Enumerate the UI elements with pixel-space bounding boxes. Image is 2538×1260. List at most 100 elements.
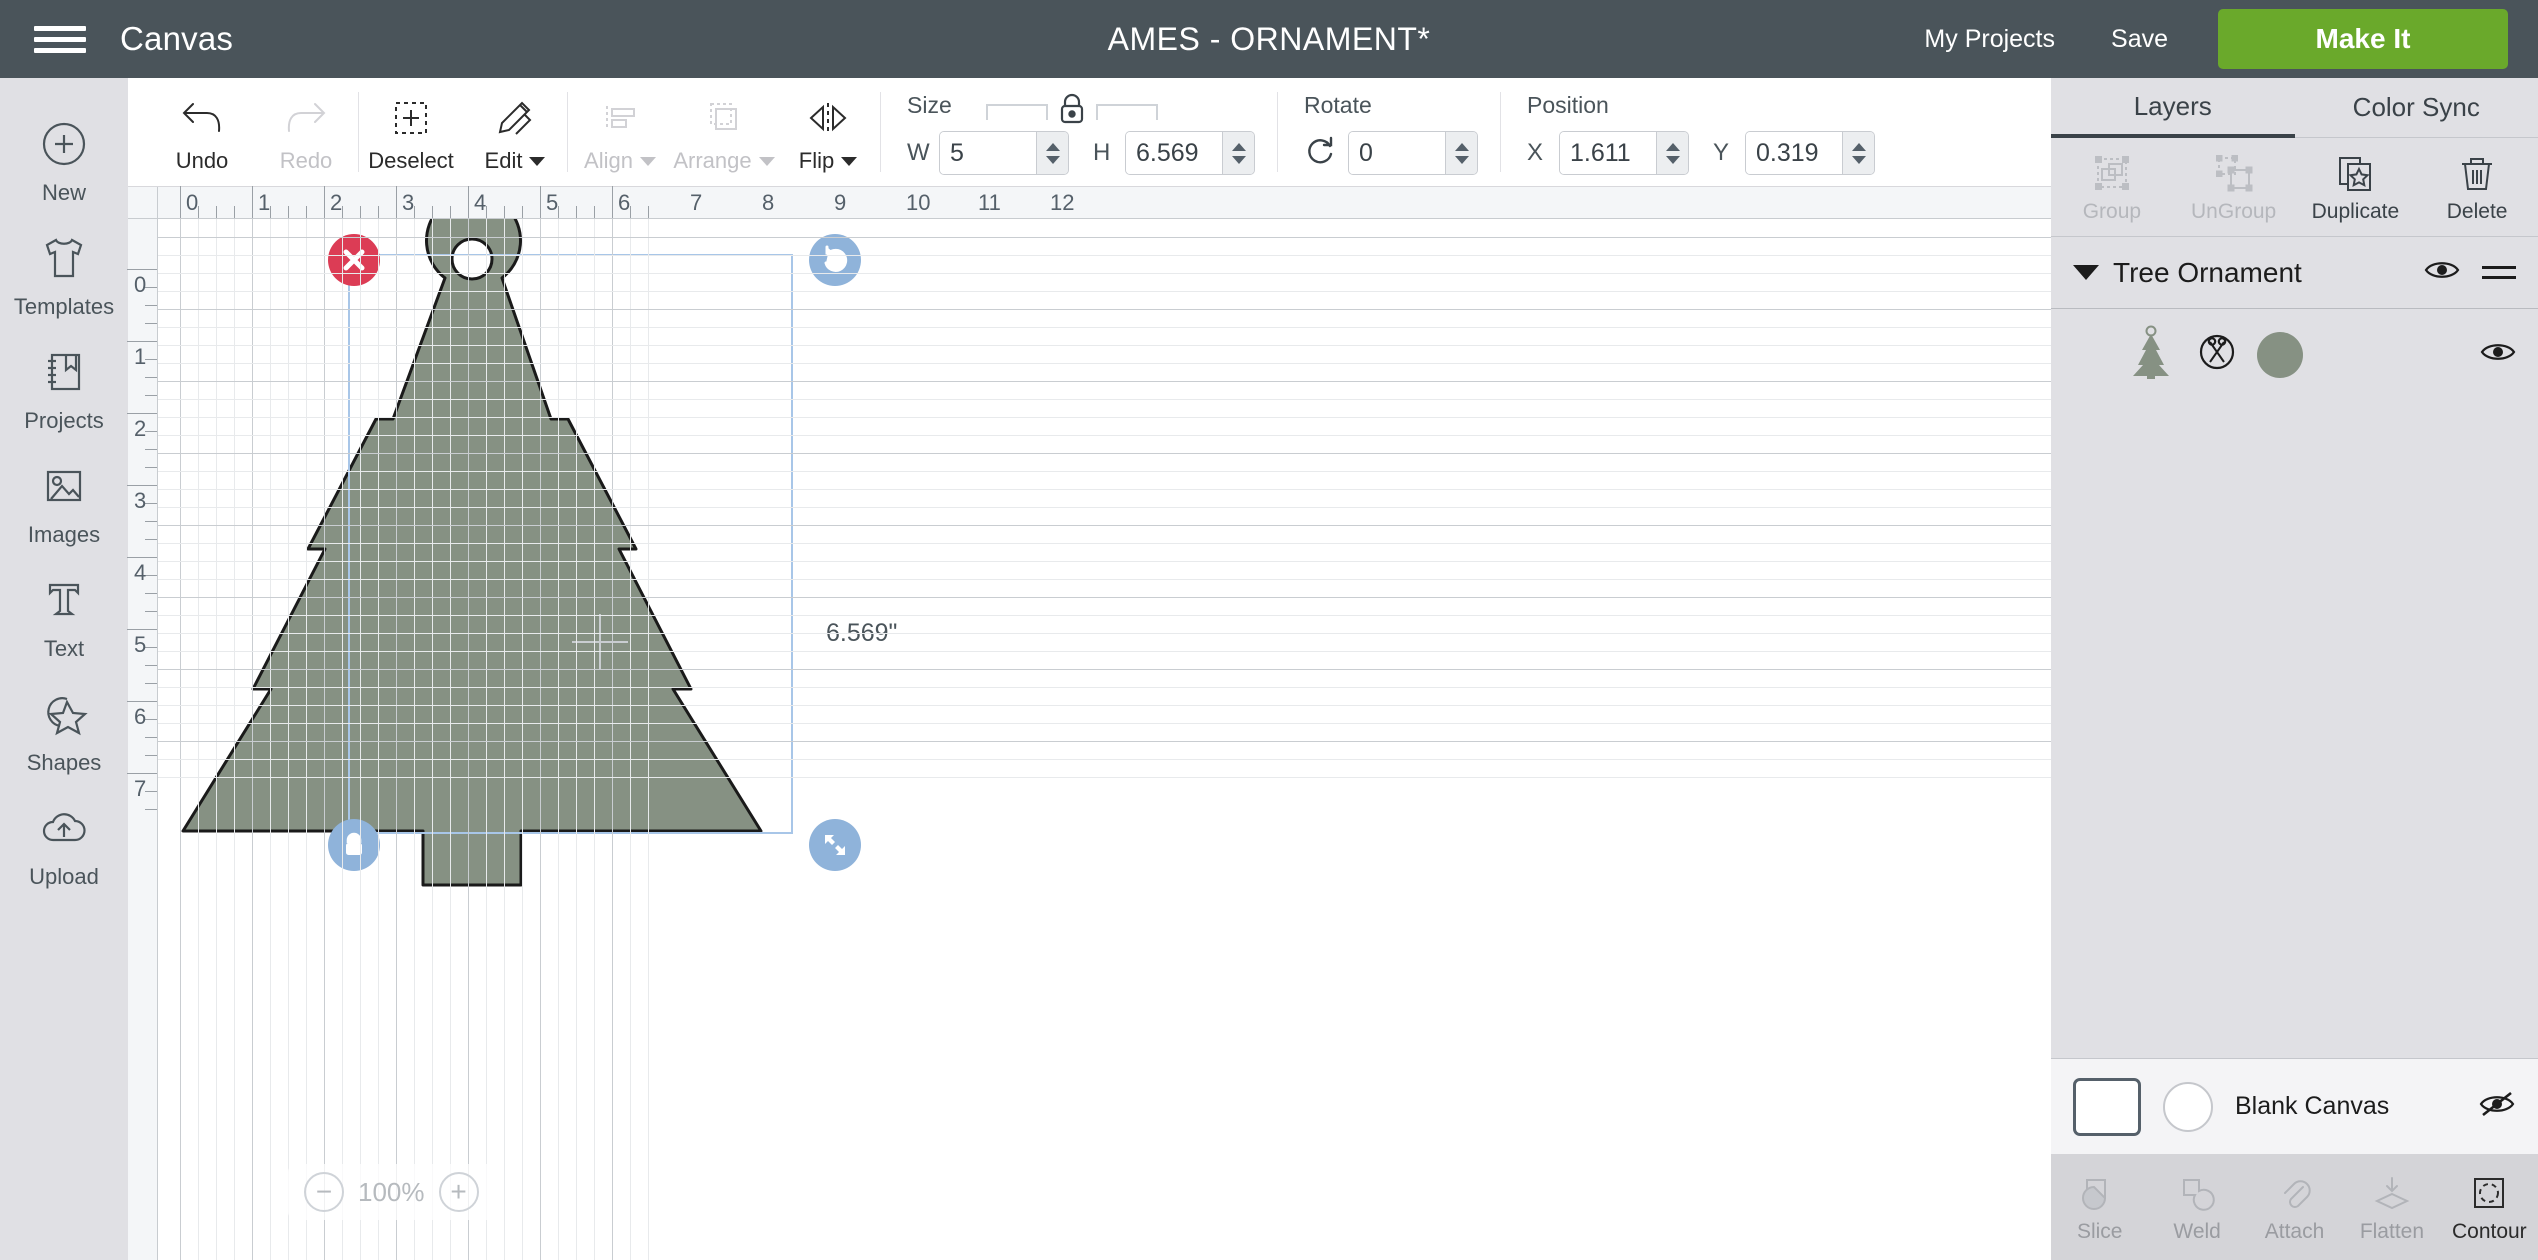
- hamburger-small-icon[interactable]: [2482, 266, 2516, 279]
- my-projects-link[interactable]: My Projects: [1896, 25, 2083, 54]
- save-button[interactable]: Save: [2083, 25, 2196, 54]
- edit-toolbar: Undo Redo Deselect Edit Align Arrange Fl…: [128, 78, 2051, 187]
- delete-handle[interactable]: [328, 234, 380, 286]
- canvas-area[interactable]: 0 1 2 3 4 5 6 7 8 9 10 11 12 01234567 6.569": [127, 186, 2051, 1260]
- rotate-handle[interactable]: [809, 234, 861, 286]
- eye-icon[interactable]: [2480, 339, 2516, 370]
- sidebar-item-label: New: [41, 180, 86, 205]
- make-it-button[interactable]: Make It: [2218, 9, 2508, 69]
- right-panel: Layers Color Sync Group UnGroup Duplicat…: [2051, 78, 2538, 1260]
- edit-menu-button[interactable]: Edit: [463, 88, 567, 174]
- cloud-upload-icon: [0, 800, 128, 856]
- contour-label: Contour: [2451, 1220, 2527, 1243]
- minus-circle-icon[interactable]: −: [304, 1172, 344, 1212]
- duplicate-icon: [2295, 151, 2417, 195]
- canvas-grid[interactable]: 6.569": [158, 219, 2051, 1260]
- canvas-layer-label: Blank Canvas: [2235, 1092, 2390, 1120]
- plus-circle-icon[interactable]: +: [438, 1172, 479, 1212]
- rotate-arrows[interactable]: [1445, 132, 1477, 174]
- x-icon: [343, 249, 365, 271]
- chevron-down-icon: [639, 157, 656, 166]
- lock-aspect-icon[interactable]: [1054, 92, 1090, 129]
- deselect-button[interactable]: Deselect: [359, 88, 463, 174]
- eye-icon[interactable]: [2424, 257, 2460, 288]
- tshirt-icon: [0, 230, 128, 286]
- width-stepper[interactable]: [939, 131, 1069, 175]
- tab-layers[interactable]: Layers: [2051, 78, 2295, 138]
- weld-button[interactable]: Weld: [2148, 1170, 2245, 1244]
- arrange-label: Arrange: [672, 148, 776, 174]
- undo-button[interactable]: Undo: [150, 88, 254, 174]
- hamburger-icon[interactable]: [0, 20, 120, 59]
- sidebar-item-templates[interactable]: Templates: [0, 216, 128, 330]
- pos-y-arrows[interactable]: [1842, 132, 1874, 174]
- sidebar-item-text[interactable]: Text: [0, 558, 128, 672]
- slice-button[interactable]: Slice: [2051, 1170, 2148, 1244]
- redo-button[interactable]: Redo: [254, 88, 358, 174]
- height-input[interactable]: [1126, 132, 1222, 174]
- sidebar-item-new[interactable]: New: [0, 102, 128, 216]
- canvas-color-preview[interactable]: [2073, 1077, 2141, 1136]
- layer-color-swatch[interactable]: [2257, 331, 2303, 378]
- pos-x-key: X: [1527, 139, 1544, 166]
- tree-thumbnail-icon: [2125, 324, 2177, 385]
- ungroup-button[interactable]: UnGroup: [2173, 151, 2295, 224]
- width-input[interactable]: [940, 132, 1036, 174]
- flatten-button[interactable]: Flatten: [2343, 1170, 2440, 1244]
- height-key: H: [1093, 139, 1111, 166]
- cut-scissors-icon[interactable]: [2195, 330, 2239, 379]
- canvas-color-swatch[interactable]: [2163, 1081, 2213, 1132]
- pos-y-stepper[interactable]: [1745, 131, 1875, 175]
- width-arrows[interactable]: [1036, 132, 1068, 174]
- eye-off-icon[interactable]: [2478, 1090, 2516, 1123]
- sidebar-item-upload[interactable]: Upload: [0, 786, 128, 900]
- arrange-button[interactable]: Arrange: [672, 88, 776, 174]
- align-button[interactable]: Align: [568, 88, 672, 174]
- contour-button[interactable]: Contour: [2441, 1170, 2538, 1244]
- chevron-down-icon[interactable]: [2073, 265, 2099, 280]
- pos-x-stepper[interactable]: [1559, 131, 1689, 175]
- panel-tabs: Layers Color Sync: [2051, 78, 2538, 138]
- text-t-icon: [0, 572, 128, 628]
- bookmark-book-icon: [0, 344, 128, 400]
- chevron-down-icon: [758, 157, 775, 166]
- slice-icon: [2051, 1170, 2148, 1216]
- sidebar-item-projects[interactable]: Projects: [0, 330, 128, 444]
- duplicate-label: Duplicate: [2311, 199, 2400, 223]
- height-arrows[interactable]: [1222, 132, 1254, 174]
- left-sidebar: New Templates Projects Images Text Shape…: [0, 78, 128, 1260]
- layer-group-header[interactable]: Tree Ornament: [2051, 236, 2538, 308]
- height-stepper[interactable]: [1125, 131, 1255, 175]
- canvas-layer-row[interactable]: Blank Canvas: [2051, 1058, 2538, 1154]
- sidebar-item-label: Templates: [13, 294, 115, 319]
- delete-button[interactable]: Delete: [2416, 151, 2538, 224]
- layers-stack-icon: [672, 94, 776, 142]
- contour-icon: [2441, 1170, 2538, 1216]
- ruler-tick-label: 5: [134, 632, 147, 657]
- sidebar-item-images[interactable]: Images: [0, 444, 128, 558]
- attach-button[interactable]: Attach: [2246, 1170, 2343, 1244]
- tab-color-sync[interactable]: Color Sync: [2294, 78, 2538, 138]
- deselect-label: Deselect: [368, 148, 454, 173]
- lock-aspect-handle[interactable]: [328, 819, 380, 871]
- sidebar-item-label: Images: [27, 522, 101, 547]
- flip-button[interactable]: Flip: [776, 88, 880, 174]
- pos-x-input[interactable]: [1560, 132, 1656, 174]
- star-circle-icon: [0, 686, 128, 742]
- rotate-input[interactable]: [1349, 132, 1445, 174]
- pos-x-arrows[interactable]: [1656, 132, 1688, 174]
- zoom-control[interactable]: − 100% +: [288, 1164, 495, 1220]
- duplicate-button[interactable]: Duplicate: [2295, 151, 2417, 224]
- rotate-group: Rotate: [1278, 78, 1500, 186]
- size-title: Size: [907, 92, 952, 118]
- group-button[interactable]: Group: [2051, 151, 2173, 224]
- resize-handle[interactable]: [809, 819, 861, 871]
- layer-row[interactable]: [2051, 308, 2538, 400]
- pos-y-input[interactable]: [1746, 132, 1842, 174]
- photo-icon: [0, 458, 128, 514]
- sidebar-item-shapes[interactable]: Shapes: [0, 672, 128, 786]
- chevron-down-icon: [529, 157, 546, 166]
- select-edit-group: Deselect Edit: [359, 78, 567, 187]
- rotate-stepper[interactable]: [1348, 131, 1478, 175]
- zoom-level-label: 100%: [358, 1176, 425, 1207]
